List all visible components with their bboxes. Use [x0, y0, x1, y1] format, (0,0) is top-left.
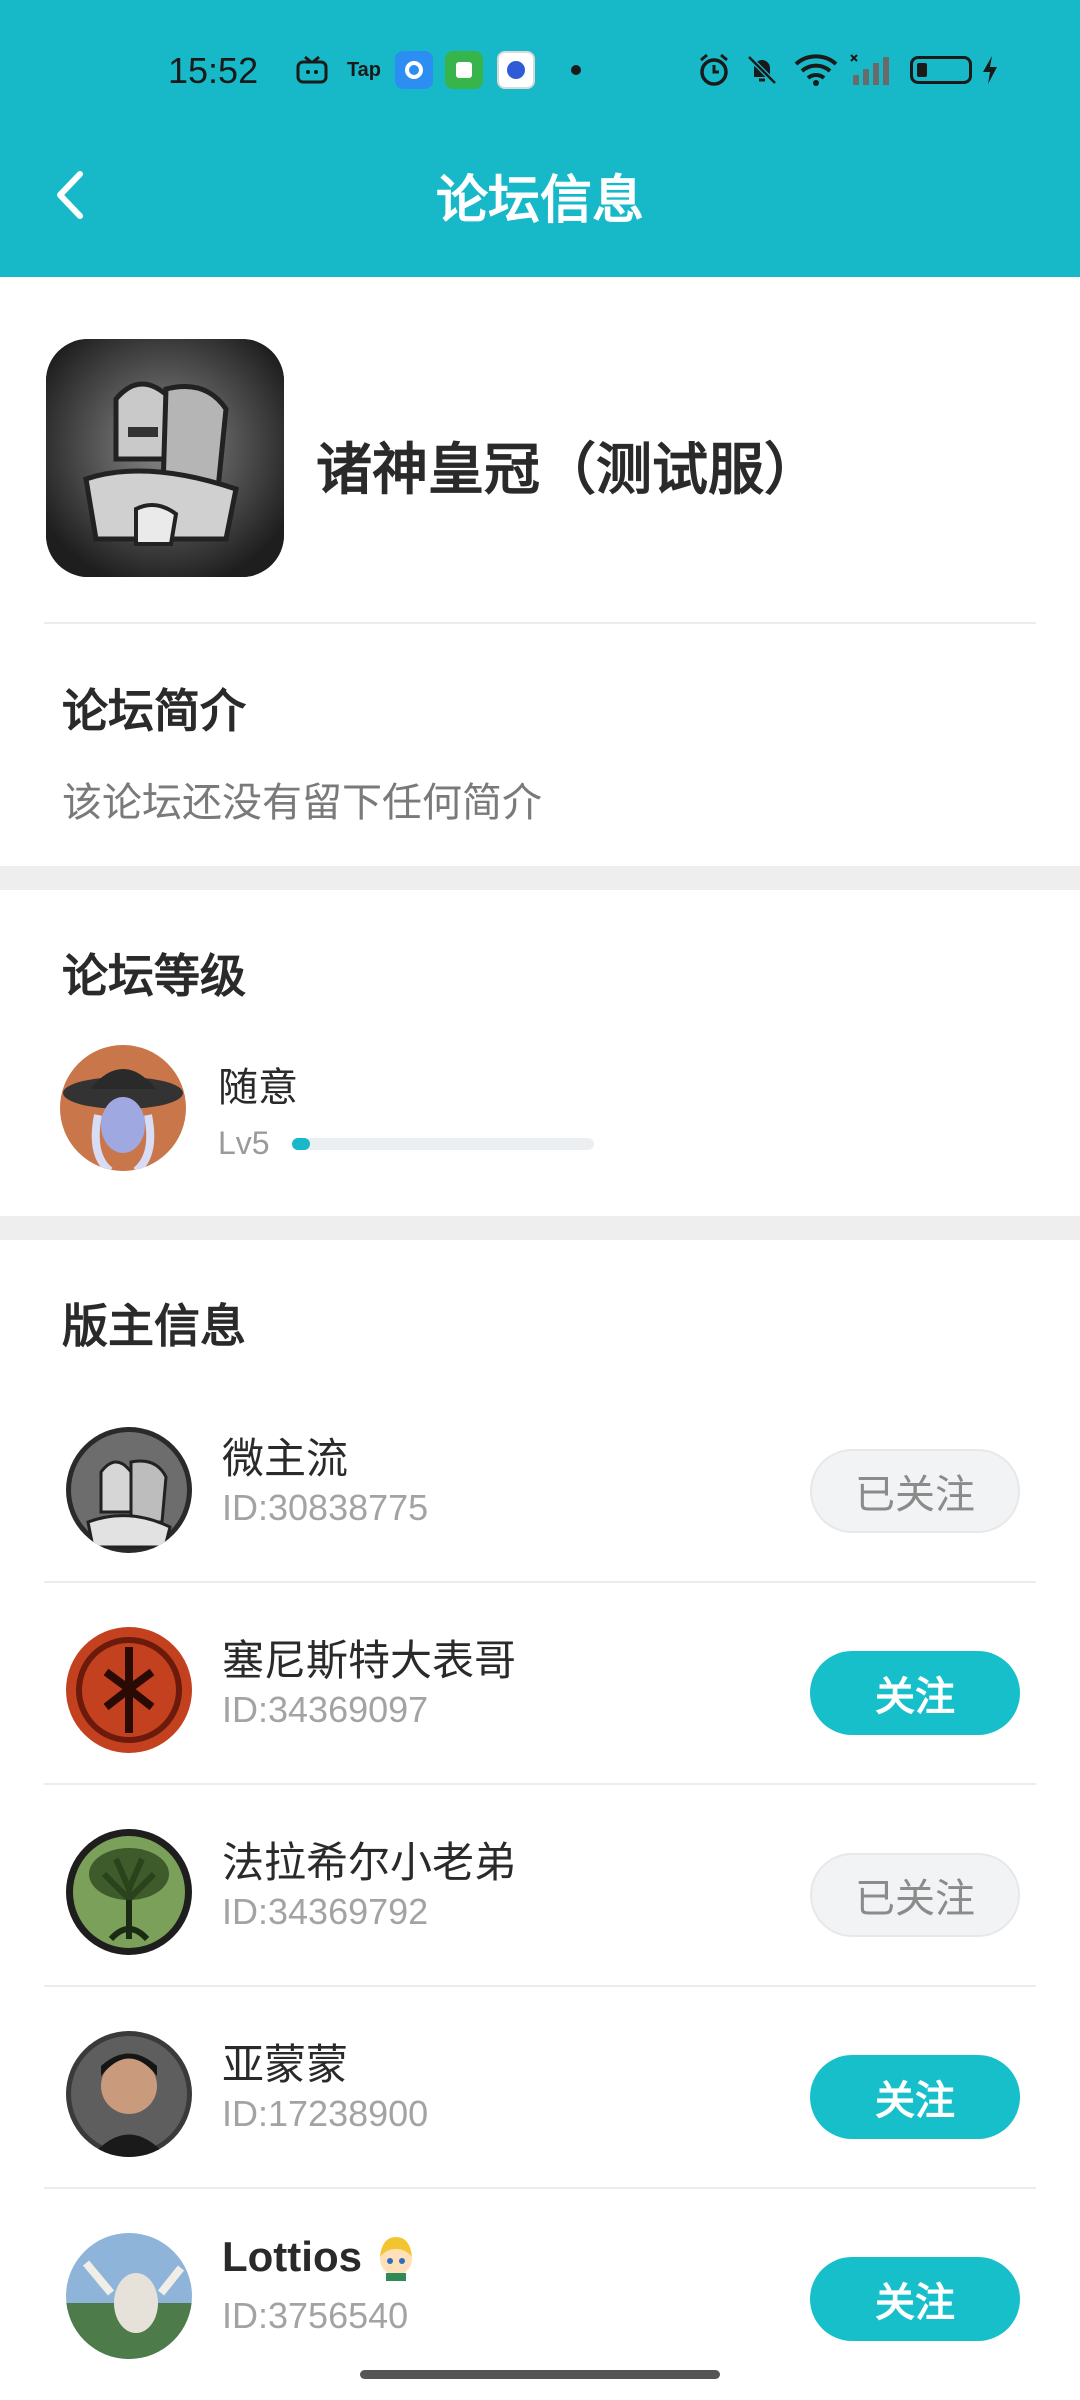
level-name: 随意	[218, 1065, 298, 1111]
divider	[44, 1985, 1036, 1987]
alarm-icon	[694, 50, 734, 90]
follow-button[interactable]: 关注	[810, 2055, 1020, 2139]
moderators-title: 版主信息	[62, 1299, 246, 1353]
moderator-id: ID:17238900	[222, 2093, 429, 2134]
home-indicator[interactable]	[360, 2370, 720, 2379]
moderator-id: ID:3756540	[222, 2295, 409, 2336]
moderator-name: Lottios	[222, 2233, 420, 2281]
level-progress-bar	[292, 1138, 594, 1150]
moderator-row[interactable]: 亚蒙蒙 ID:17238900 关注	[0, 1993, 1080, 2193]
section-gap	[0, 866, 1080, 890]
moderator-avatar	[66, 2233, 192, 2359]
forum-logo	[46, 339, 284, 577]
charging-icon	[978, 50, 1002, 90]
moderator-name: 法拉希尔小老弟	[222, 1838, 517, 1887]
battery-icon	[910, 56, 972, 84]
section-gap	[0, 1216, 1080, 1240]
divider	[44, 1581, 1036, 1583]
more-dot-icon	[566, 50, 586, 90]
moderator-name: 亚蒙蒙	[222, 2040, 349, 2089]
moderator-id: ID:34369097	[222, 1689, 429, 1730]
moderator-avatar	[66, 2031, 192, 2157]
wifi-icon	[792, 50, 840, 90]
follow-button[interactable]: 关注	[810, 2257, 1020, 2341]
mute-bell-icon	[742, 50, 782, 90]
status-bar: 15:52 Tap	[0, 0, 1080, 140]
divider	[44, 622, 1036, 624]
moderator-row[interactable]: Lottios ID:3756540 关注	[0, 2195, 1080, 2395]
followed-button[interactable]: 已关注	[810, 1449, 1020, 1533]
divider	[44, 1783, 1036, 1785]
tap-icon: Tap	[346, 58, 382, 81]
page-title: 论坛信息	[435, 171, 644, 231]
moderator-avatar	[66, 1627, 192, 1753]
moderator-name: 塞尼斯特大表哥	[222, 1636, 517, 1685]
moderator-id: ID:34369792	[222, 1891, 429, 1932]
intro-title: 论坛简介	[62, 684, 246, 738]
intro-text: 该论坛还没有留下任何简介	[62, 780, 542, 826]
moderator-avatar	[66, 1427, 192, 1553]
followed-button[interactable]: 已关注	[810, 1853, 1020, 1937]
divider	[44, 2187, 1036, 2189]
status-time: 15:52	[168, 50, 259, 91]
forum-header: 诸神皇冠（测试服）	[0, 277, 1080, 622]
moderator-row[interactable]: 塞尼斯特大表哥 ID:34369097 关注	[0, 1589, 1080, 1789]
follow-button[interactable]: 关注	[810, 1651, 1020, 1735]
level-progress-fill	[292, 1138, 311, 1150]
level-avatar	[60, 1045, 186, 1171]
moderator-avatar	[66, 1829, 192, 1955]
anime-girl-emoji-icon	[372, 2233, 420, 2281]
moderator-name-text: Lottios	[222, 2233, 362, 2280]
top-app-bar: 15:52 Tap 论坛信息	[0, 0, 1080, 277]
moderator-name: 微主流	[222, 1434, 349, 1483]
baidu-app-icon	[496, 50, 536, 90]
moderator-row[interactable]: 微主流 ID:30838775 已关注	[0, 1387, 1080, 1587]
shopping-app-icon	[444, 50, 484, 90]
level-tag: Lv5	[218, 1125, 270, 1161]
signal-icon	[848, 50, 892, 90]
level-title: 论坛等级	[62, 949, 246, 1003]
moderator-id: ID:30838775	[222, 1487, 429, 1528]
forum-name: 诸神皇冠（测试服）	[316, 438, 820, 503]
tv-icon	[292, 50, 332, 90]
browser-app-icon	[394, 50, 434, 90]
moderator-row[interactable]: 法拉希尔小老弟 ID:34369792 已关注	[0, 1791, 1080, 1991]
